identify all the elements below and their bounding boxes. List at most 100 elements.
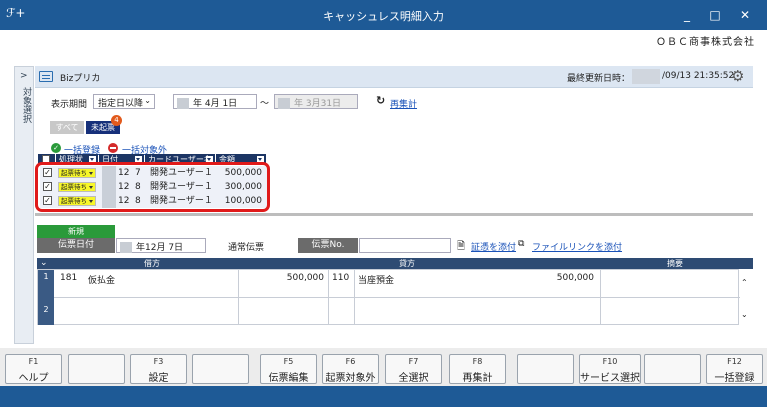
journal-scrollbar[interactable]: ⌃ ⌄ (739, 278, 751, 322)
last-updated-label: 最終更新日時： (567, 74, 631, 84)
f7-select-all-button[interactable]: F7 全選択 (385, 354, 442, 384)
voucher-no-field[interactable] (359, 238, 451, 253)
fkey-text: 設定 (148, 373, 169, 384)
company-name: ＯＢＣ商事株式会社 (656, 37, 755, 48)
period-label: 表示期間 (51, 100, 88, 110)
column-divider (600, 270, 601, 325)
link-icon: ⧉ (518, 239, 525, 249)
fkey-label: F12 (727, 357, 742, 366)
f9-button[interactable] (517, 354, 574, 384)
year-mask (177, 98, 189, 109)
fkey-text: 一括登録 (714, 373, 755, 384)
collapse-chevron-icon[interactable]: ⌄ (40, 258, 48, 269)
fkey-label: F10 (602, 357, 618, 366)
voucher-date-field[interactable]: 年12月 7日 (116, 238, 206, 253)
fkey-text: 起票対象外 (325, 373, 376, 384)
voucher-date-label: 伝票日付 (37, 238, 115, 253)
credit-account-code[interactable]: 110 (332, 273, 349, 283)
credit-header: 貸方 (399, 259, 415, 268)
chevron-up-icon[interactable]: ⌃ (741, 278, 748, 287)
credit-amount[interactable]: 500,000 (538, 273, 594, 283)
period-select-value: 指定日以降 (98, 99, 144, 109)
row-divider (54, 297, 740, 298)
fkey-label: F7 (408, 357, 419, 366)
target-selection-panel[interactable]: > 対象選択 (14, 66, 34, 344)
title-bar: ℱ+ キャッシュレス明細入力 _ □ ✕ (0, 0, 767, 30)
last-updated-value: /09/13 21:35:52 (662, 71, 735, 81)
last-updated-year-mask (632, 69, 660, 84)
service-name: Bizプリカ (60, 74, 101, 84)
f8-recalc-button[interactable]: F8 再集計 (449, 354, 506, 384)
f1-help-button[interactable]: F1 ヘルプ (5, 354, 62, 384)
f2-button[interactable] (68, 354, 125, 384)
attach-file-link[interactable]: ファイルリンクを添付 (532, 240, 622, 253)
recalc-link[interactable]: 再集計 (390, 97, 417, 110)
close-button[interactable]: ✕ (734, 5, 756, 25)
date-range-separator: ～ (260, 99, 270, 109)
fkey-label (645, 357, 700, 366)
f10-service-select-button[interactable]: F10 サービス選択 (579, 354, 641, 384)
journal-header: ⌄ 借方 貸方 摘要 (37, 258, 753, 269)
service-header: Bizプリカ 最終更新日時： /09/13 21:35:52 ⚙ (35, 66, 753, 88)
voucher-date-value: 年12月 7日 (136, 243, 184, 253)
fkey-label: F6 (345, 357, 356, 366)
fkey-text: サービス選択 (580, 373, 640, 384)
debit-amount[interactable]: 500,000 (268, 273, 324, 283)
voucher-type[interactable]: 通常伝票 (228, 240, 264, 253)
f4-button[interactable] (192, 354, 249, 384)
fkey-label: F3 (153, 357, 164, 366)
highlight-frame (35, 162, 270, 212)
minimize-button[interactable]: _ (676, 5, 698, 25)
f5-edit-voucher-button[interactable]: F5 伝票編集 (260, 354, 317, 384)
gear-icon[interactable]: ⚙ (731, 67, 744, 85)
f12-bulk-register-button[interactable]: F12 一括登録 (706, 354, 763, 384)
column-divider (238, 270, 239, 325)
debit-account-code[interactable]: 181 (60, 273, 77, 283)
debit-header: 借方 (144, 259, 160, 268)
row-number[interactable]: 1 (38, 270, 54, 298)
fkey-label: F1 (28, 357, 39, 366)
fkey-text: 伝票編集 (268, 373, 309, 384)
refresh-icon[interactable]: ↻ (376, 94, 385, 107)
from-date-field[interactable]: 年 4月 1日 (173, 94, 257, 109)
maximize-button[interactable]: □ (704, 5, 726, 25)
row-number[interactable]: 2 (38, 298, 54, 325)
column-divider (354, 270, 355, 325)
fkey-text: ヘルプ (18, 373, 49, 384)
f11-button[interactable] (644, 354, 701, 384)
side-panel-label: 対象選択 (21, 87, 31, 123)
check-circle-icon: ✓ (51, 143, 61, 153)
f6-exclude-button[interactable]: F6 起票対象外 (322, 354, 379, 384)
chevron-down-icon[interactable]: ⌄ (741, 310, 748, 319)
memo-header: 摘要 (667, 259, 683, 268)
fkey-label (69, 357, 124, 366)
to-date-field: 年 3月31日 (274, 94, 358, 109)
period-select[interactable]: 指定日以降 ⌄ (93, 94, 155, 109)
fkey-text: 全選択 (398, 373, 429, 384)
card-icon (39, 71, 53, 82)
journal-grid[interactable]: 1 2 181 仮払金 500,000 110 当座預金 500,000 (37, 269, 740, 325)
from-date-value: 年 4月 1日 (193, 99, 238, 109)
year-mask (278, 98, 290, 109)
new-voucher-badge: 新規 (37, 225, 115, 238)
expand-chevron-icon[interactable]: > (20, 71, 28, 81)
attach-evidence-link[interactable]: 証憑を添付 (471, 240, 516, 253)
no-entry-icon (108, 143, 118, 153)
credit-account-name[interactable]: 当座預金 (358, 273, 394, 286)
column-divider (328, 270, 329, 325)
debit-account-name[interactable]: 仮払金 (88, 273, 115, 286)
chevron-down-icon: ⌄ (144, 96, 151, 105)
splitter[interactable] (35, 213, 753, 216)
f3-settings-button[interactable]: F3 設定 (130, 354, 187, 384)
status-bar (0, 386, 767, 407)
year-mask (120, 242, 132, 253)
fkey-label: F5 (283, 357, 294, 366)
fkey-text: 再集計 (462, 373, 493, 384)
voucher-no-label: 伝票No. (298, 238, 358, 253)
tab-all[interactable]: すべて (50, 121, 84, 134)
document-icon: 🗎 (457, 241, 466, 252)
to-date-value: 年 3月31日 (294, 99, 342, 109)
fkey-label (518, 357, 573, 366)
unposted-count-badge: 4 (111, 115, 122, 126)
fkey-label (193, 357, 248, 366)
